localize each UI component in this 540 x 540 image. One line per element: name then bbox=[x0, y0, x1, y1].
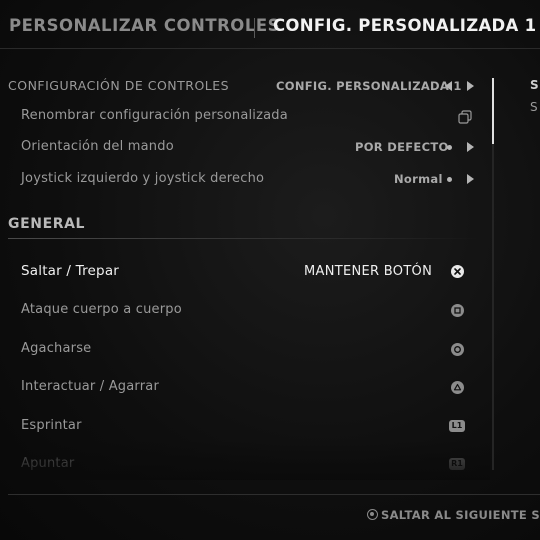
rename-config-row[interactable]: Renombrar configuración personalizada bbox=[0, 108, 490, 132]
section-divider bbox=[8, 238, 478, 239]
tab-config-personalizada[interactable]: CONFIG. PERSONALIZADA 1 bbox=[273, 16, 536, 35]
r3-button-icon bbox=[367, 509, 378, 520]
binding-label: Apuntar bbox=[21, 456, 75, 471]
footer-hint[interactable]: SALTAR AL SIGUIENTE SIN bbox=[381, 508, 540, 522]
binding-label: Saltar / Trepar bbox=[21, 263, 120, 279]
arrow-right-icon[interactable] bbox=[467, 81, 474, 91]
binding-row-sprint[interactable]: Esprintar L1 bbox=[0, 418, 490, 442]
config-label: CONFIGURACIÓN DE CONTROLES bbox=[8, 78, 230, 93]
arrow-right-icon[interactable] bbox=[467, 174, 474, 184]
rename-label: Renombrar configuración personalizada bbox=[21, 108, 288, 123]
section-title-general: GENERAL bbox=[8, 216, 86, 232]
binding-label: Interactuar / Agarrar bbox=[21, 379, 160, 394]
orientation-label: Orientación del mando bbox=[21, 139, 174, 154]
binding-label: Esprintar bbox=[21, 418, 82, 433]
scrollbar-thumb[interactable] bbox=[492, 78, 494, 144]
r1-icon[interactable]: R1 bbox=[449, 458, 465, 470]
cross-icon[interactable] bbox=[451, 265, 464, 278]
binding-label: Ataque cuerpo a cuerpo bbox=[21, 302, 182, 317]
binding-row-jump[interactable]: Saltar / Trepar MANTENER BOTÓN bbox=[0, 263, 490, 287]
orientation-row[interactable]: Orientación del mando POR DEFECTO bbox=[0, 139, 490, 163]
option-dot-icon bbox=[447, 177, 452, 182]
tab-personalizar-controles[interactable]: PERSONALIZAR CONTROLES bbox=[9, 16, 280, 35]
copy-icon bbox=[458, 110, 472, 124]
square-icon[interactable] bbox=[451, 304, 464, 317]
sticks-label: Joystick izquierdo y joystick derecho bbox=[21, 171, 265, 186]
triangle-icon[interactable] bbox=[451, 381, 464, 394]
option-dot-icon bbox=[447, 145, 452, 150]
binding-row-crouch[interactable]: Agacharse bbox=[0, 341, 490, 365]
sticks-row[interactable]: Joystick izquierdo y joystick derecho No… bbox=[0, 171, 490, 195]
binding-label: Agacharse bbox=[21, 341, 92, 356]
side-panel-text: S bbox=[530, 100, 538, 114]
binding-mode: MANTENER BOTÓN bbox=[304, 264, 433, 279]
circle-icon[interactable] bbox=[451, 343, 464, 356]
orientation-value: POR DEFECTO bbox=[355, 140, 449, 154]
header-rule bbox=[0, 48, 540, 49]
binding-row-interact[interactable]: Interactuar / Agarrar bbox=[0, 379, 490, 403]
binding-row-melee[interactable]: Ataque cuerpo a cuerpo bbox=[0, 302, 490, 326]
sticks-value: Normal bbox=[394, 172, 443, 186]
footer-divider bbox=[8, 494, 540, 495]
binding-row-aim[interactable]: Apuntar R1 bbox=[0, 456, 490, 480]
arrow-left-icon[interactable] bbox=[445, 81, 452, 91]
config-value: CONFIG. PERSONALIZADA 1 bbox=[276, 79, 462, 93]
side-panel-heading: S bbox=[530, 78, 539, 92]
arrow-right-icon[interactable] bbox=[467, 142, 474, 152]
config-selector-row[interactable]: CONFIGURACIÓN DE CONTROLES CONFIG. PERSO… bbox=[0, 78, 490, 102]
l1-icon[interactable]: L1 bbox=[449, 420, 465, 432]
header-divider bbox=[254, 18, 255, 38]
